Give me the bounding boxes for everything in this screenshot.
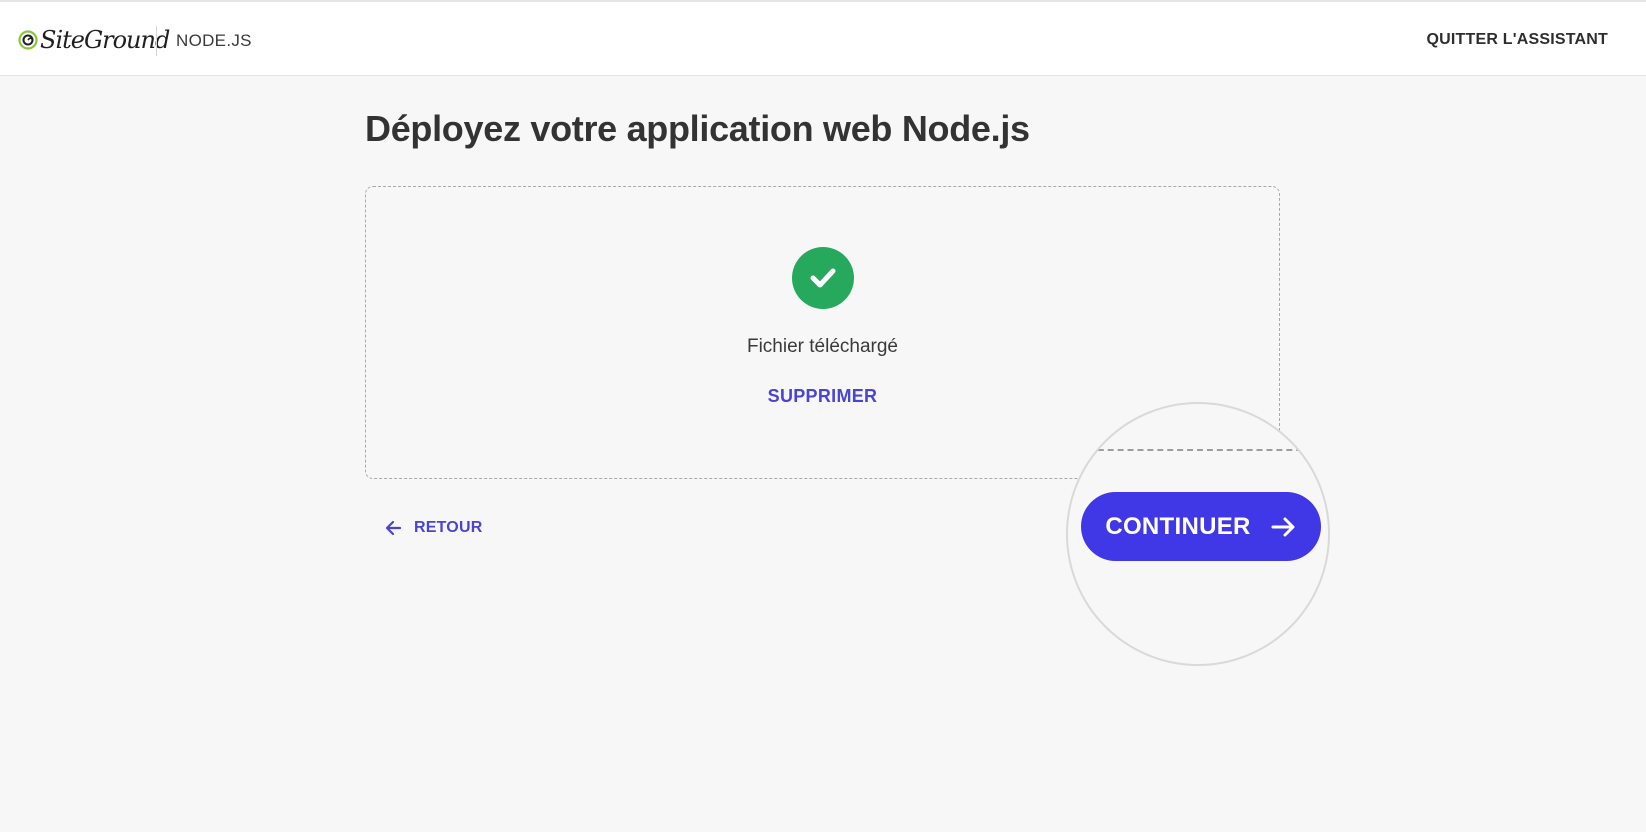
continue-button[interactable]: CONTINUER (1081, 492, 1321, 561)
siteground-logo[interactable]: SiteGround (18, 24, 170, 56)
upload-status-text: Fichier téléchargé (746, 336, 899, 357)
logo-wordmark: SiteGround (40, 26, 170, 54)
remove-file-link[interactable]: SUPPRIMER (690, 386, 955, 407)
check-circle-icon (792, 247, 854, 309)
siteground-logo-icon (18, 30, 38, 50)
quit-wizard-link[interactable]: QUITTER L'ASSISTANT (1426, 31, 1608, 49)
zoomed-dropzone-border (1068, 449, 1328, 451)
back-button[interactable]: RETOUR (384, 518, 482, 538)
top-bar: SiteGround NODE.JS QUITTER L'ASSISTANT (0, 0, 1646, 76)
header-divider (156, 26, 157, 56)
arrow-right-icon (1271, 517, 1295, 536)
arrow-left-icon (385, 520, 402, 536)
page-title: Déployez votre application web Node.js (365, 108, 1030, 149)
back-button-label: RETOUR (414, 519, 483, 536)
app-name: NODE.JS (176, 31, 252, 50)
continue-button-label: CONTINUER (1105, 512, 1251, 540)
